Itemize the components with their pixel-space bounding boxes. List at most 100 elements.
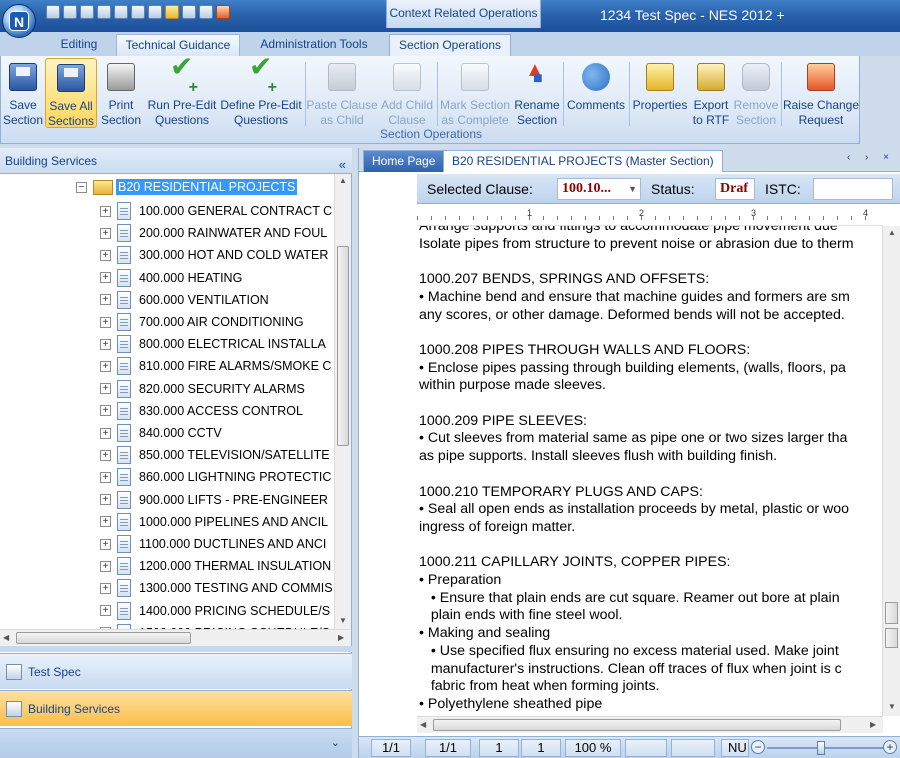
- raise-change-request-button[interactable]: Raise Change Request: [782, 58, 860, 128]
- scroll-right-arrow-icon[interactable]: ▶: [870, 720, 876, 729]
- tree-item-label[interactable]: 830.000 ACCESS CONTROL: [139, 404, 303, 418]
- expand-node-icon[interactable]: +: [100, 249, 111, 261]
- scrollbar-split-handle[interactable]: [885, 628, 898, 648]
- scroll-up-arrow-icon[interactable]: ▲: [888, 228, 896, 237]
- tree-item[interactable]: +1400.000 PRICING SCHEDULE/S: [100, 600, 330, 622]
- expand-node-icon[interactable]: +: [100, 205, 111, 217]
- tree-item-label[interactable]: 820.000 SECURITY ALARMS: [139, 382, 305, 396]
- collapse-node-icon[interactable]: −: [76, 181, 87, 193]
- save-all-sections-button[interactable]: Save All Sections: [45, 58, 97, 128]
- tree-item-label[interactable]: 860.000 LIGHTNING PROTECTIC: [139, 470, 331, 484]
- tree-item[interactable]: +300.000 HOT AND COLD WATER: [100, 244, 328, 266]
- expand-node-icon[interactable]: +: [100, 272, 111, 284]
- selected-clause-dropdown[interactable]: 100.10... ▼: [557, 178, 641, 200]
- scrollbar-thumb[interactable]: [16, 632, 191, 644]
- qat-print-icon[interactable]: [63, 5, 77, 19]
- qat-paste-icon[interactable]: [148, 5, 162, 19]
- tab-section-operations[interactable]: Section Operations: [389, 34, 511, 58]
- expand-node-icon[interactable]: +: [100, 605, 111, 617]
- define-pre-edit-questions-button[interactable]: Define Pre-Edit Questions: [219, 58, 303, 128]
- expand-node-icon[interactable]: +: [100, 360, 111, 372]
- zoom-in-icon[interactable]: +: [883, 740, 897, 754]
- application-menu-button[interactable]: N: [2, 4, 36, 38]
- tree-item[interactable]: +840.000 CCTV: [100, 422, 222, 444]
- qat-cut-icon[interactable]: [114, 5, 128, 19]
- tree-item[interactable]: +1300.000 TESTING AND COMMIS: [100, 577, 333, 599]
- tree-item-label[interactable]: 1200.000 THERMAL INSULATION: [139, 559, 331, 573]
- expand-node-icon[interactable]: +: [100, 582, 111, 594]
- tree-item-label[interactable]: 200.000 RAINWATER AND FOUL: [139, 226, 327, 240]
- tree-item[interactable]: +600.000 VENTILATION: [100, 289, 269, 311]
- tree-item[interactable]: +200.000 RAINWATER AND FOUL: [100, 222, 327, 244]
- nav-test-spec[interactable]: Test Spec: [0, 653, 352, 689]
- qat-open-folder-icon[interactable]: [165, 5, 179, 19]
- print-section-button[interactable]: Print Section: [99, 58, 143, 128]
- expand-node-icon[interactable]: +: [100, 560, 111, 572]
- scroll-right-arrow-icon[interactable]: ▶: [338, 633, 344, 642]
- expand-node-icon[interactable]: +: [100, 516, 111, 528]
- qat-export-icon[interactable]: [199, 5, 213, 19]
- tree-item-label[interactable]: 600.000 VENTILATION: [139, 293, 269, 307]
- save-section-button[interactable]: Save Section: [3, 58, 43, 128]
- document-body[interactable]: Arrange supports and fittings to accommo…: [419, 226, 881, 716]
- tree-root-node[interactable]: − B20 RESIDENTIAL PROJECTS: [76, 178, 298, 196]
- expand-node-icon[interactable]: +: [100, 538, 111, 550]
- scrollbar-thumb[interactable]: [337, 246, 349, 446]
- scroll-up-arrow-icon[interactable]: ▲: [339, 176, 347, 185]
- tree-item-label[interactable]: 100.000 GENERAL CONTRACT C: [139, 204, 332, 218]
- qat-save-icon[interactable]: [46, 5, 60, 19]
- scroll-down-arrow-icon[interactable]: ▼: [888, 702, 896, 711]
- tree-item-label[interactable]: 700.000 AIR CONDITIONING: [139, 315, 304, 329]
- tree-item-label[interactable]: 400.000 HEATING: [139, 271, 242, 285]
- tree-item[interactable]: +1500.000 PRICING SCHEDULE/S: [100, 622, 330, 629]
- pane-splitter[interactable]: [0, 646, 352, 652]
- tree-item[interactable]: +1000.000 PIPELINES AND ANCIL: [100, 511, 328, 533]
- expand-node-icon[interactable]: +: [100, 383, 111, 395]
- tree-item-label[interactable]: 800.000 ELECTRICAL INSTALLA: [139, 337, 326, 351]
- tree-item[interactable]: +820.000 SECURITY ALARMS: [100, 378, 305, 400]
- expand-node-icon[interactable]: +: [100, 227, 111, 239]
- nav-building-services[interactable]: Building Services: [0, 690, 352, 726]
- tree-item[interactable]: +800.000 ELECTRICAL INSTALLA: [100, 333, 326, 355]
- tree-item-label[interactable]: 1000.000 PIPELINES AND ANCIL: [139, 515, 328, 529]
- expand-node-icon[interactable]: +: [100, 427, 111, 439]
- qat-redo-icon[interactable]: [97, 5, 111, 19]
- document-horizontal-scrollbar[interactable]: ◀ ▶: [417, 716, 883, 733]
- scroll-left-arrow-icon[interactable]: ◀: [420, 720, 426, 729]
- remove-section-button[interactable]: Remove Section: [732, 58, 780, 128]
- mark-section-complete-button[interactable]: Mark Section as Complete: [438, 58, 512, 128]
- tree-item-label[interactable]: 300.000 HOT AND COLD WATER: [139, 248, 328, 262]
- qat-undo-icon[interactable]: [80, 5, 94, 19]
- tree-item-label[interactable]: 810.000 FIRE ALARMS/SMOKE C: [139, 359, 331, 373]
- chevron-down-icon[interactable]: ⌄: [331, 736, 340, 749]
- qat-copy-icon[interactable]: [131, 5, 145, 19]
- tree-root-label[interactable]: B20 RESIDENTIAL PROJECTS: [116, 179, 298, 195]
- scroll-left-arrow-icon[interactable]: ◀: [3, 633, 9, 642]
- istc-field[interactable]: [813, 178, 893, 200]
- tree-item[interactable]: +810.000 FIRE ALARMS/SMOKE C: [100, 355, 331, 377]
- properties-button[interactable]: Properties: [630, 58, 690, 128]
- zoom-slider-thumb[interactable]: [817, 741, 825, 755]
- tree-item-label[interactable]: 900.000 LIFTS - PRE-ENGINEER: [139, 493, 328, 507]
- scrollbar-thumb[interactable]: [433, 719, 841, 731]
- qat-document-icon[interactable]: [182, 5, 196, 19]
- qat-mail-icon[interactable]: [216, 5, 230, 19]
- tree-item-label[interactable]: 1400.000 PRICING SCHEDULE/S: [139, 604, 330, 618]
- zoom-slider-track[interactable]: [767, 747, 887, 749]
- expand-node-icon[interactable]: +: [100, 494, 111, 506]
- tab-navigation-icons[interactable]: ‹ › ×: [847, 152, 895, 163]
- run-pre-edit-questions-button[interactable]: Run Pre-Edit Questions: [146, 58, 218, 128]
- tree-item-label[interactable]: 1100.000 DUCTLINES AND ANCI: [139, 537, 326, 551]
- rename-section-button[interactable]: Rename Section: [513, 58, 561, 128]
- expand-node-icon[interactable]: +: [100, 405, 111, 417]
- tab-editing[interactable]: Editing: [46, 34, 112, 56]
- tab-master-section[interactable]: B20 RESIDENTIAL PROJECTS (Master Section…: [443, 150, 723, 172]
- export-to-rtf-button[interactable]: Export to RTF: [691, 58, 731, 128]
- expand-node-icon[interactable]: +: [100, 338, 111, 350]
- tree-vertical-scrollbar[interactable]: ▲ ▼: [334, 174, 351, 629]
- scroll-down-arrow-icon[interactable]: ▼: [339, 616, 347, 625]
- expand-node-icon[interactable]: +: [100, 316, 111, 328]
- expand-node-icon[interactable]: +: [100, 449, 111, 461]
- zoom-out-icon[interactable]: −: [751, 740, 765, 754]
- add-child-clause-button[interactable]: Add Child Clause: [379, 58, 435, 128]
